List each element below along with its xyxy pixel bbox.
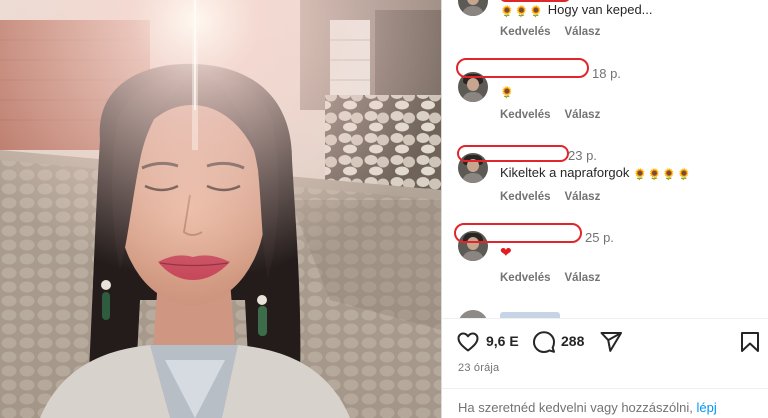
comment-item-partial	[458, 310, 758, 318]
divider	[442, 318, 768, 319]
sunflower-icon: 🌻	[647, 168, 662, 181]
comment-item: 25 p. ❤ Kedvelés Válasz	[442, 220, 768, 295]
red-heart-icon: ❤	[500, 245, 512, 261]
comments-count[interactable]: 288	[561, 333, 584, 349]
comment-text-body: Kikeltek a napraforgok	[500, 165, 630, 180]
like-comment-button[interactable]: Kedvelés	[500, 26, 551, 38]
like-comment-button[interactable]: Kedvelés	[500, 272, 551, 284]
comment-actions: Kedvelés Válasz	[500, 109, 600, 121]
sunflower-icon: 🌻	[662, 168, 677, 181]
comment-text: 🌻🌻🌻 Hogy van keped...	[500, 2, 653, 18]
redacted-username-mark	[456, 58, 589, 78]
reply-button[interactable]: Válasz	[565, 272, 601, 284]
likes-count[interactable]: 9,6 E	[486, 333, 519, 349]
comment-item: 18 p. 🌻 Kedvelés Válasz	[442, 58, 768, 128]
comment-text-body: Hogy van keped...	[547, 2, 653, 17]
login-prompt: Ha szeretnéd kedvelni vagy hozzászólni, …	[458, 400, 717, 415]
sunflower-icon: 🌻	[514, 5, 529, 18]
reply-button[interactable]: Válasz	[565, 191, 601, 203]
sunflower-icon: 🌻	[677, 168, 691, 181]
posted-time: 23 órája	[458, 362, 500, 374]
redacted-username-mark	[457, 145, 569, 162]
comment-time: 25 p.	[585, 230, 614, 245]
bookmark-icon[interactable]	[738, 330, 762, 354]
comment-actions: Kedvelés Válasz	[500, 26, 600, 38]
comment-actions: Kedvelés Válasz	[500, 191, 600, 203]
login-link[interactable]: lépj	[696, 400, 716, 415]
redacted-username-mark	[454, 223, 582, 243]
selfie-image	[0, 0, 441, 418]
post-photo	[0, 0, 441, 418]
comment-time: 18 p.	[592, 66, 621, 81]
like-comment-button[interactable]: Kedvelés	[500, 109, 551, 121]
comment-text: Kikeltek a napraforgok 🌻🌻🌻🌻	[500, 165, 692, 181]
paper-plane-icon[interactable]	[599, 330, 623, 354]
sunflower-icon: 🌻	[632, 168, 647, 181]
sunflower-icon: 🌻	[500, 5, 514, 18]
speech-bubble-icon[interactable]	[532, 330, 556, 354]
comment-item: 23 p. Kikeltek a napraforgok 🌻🌻🌻🌻 Kedvel…	[442, 143, 768, 213]
reply-button[interactable]: Válasz	[565, 26, 601, 38]
comment-text: 🌻	[500, 83, 515, 99]
sunflower-icon: 🌻	[500, 86, 514, 99]
comment-text: ❤	[500, 245, 512, 261]
post-action-bar: 9,6 E 288	[456, 328, 761, 356]
comment-time: 23 p.	[568, 148, 597, 163]
comment-item: 🌻🌻🌻 Hogy van keped... Kedvelés Válasz	[442, 0, 768, 46]
divider	[442, 388, 768, 389]
like-comment-button[interactable]: Kedvelés	[500, 191, 551, 203]
sunflower-icon: 🌻	[529, 5, 544, 18]
comments-panel: 🌻🌻🌻 Hogy van keped... Kedvelés Válasz 18 …	[441, 0, 768, 418]
heart-outline-icon[interactable]	[456, 330, 480, 354]
commenter-avatar[interactable]	[458, 310, 488, 318]
reply-button[interactable]: Válasz	[565, 109, 601, 121]
comment-actions: Kedvelés Válasz	[500, 272, 600, 284]
commenter-avatar[interactable]	[458, 0, 488, 16]
login-prompt-text: Ha szeretnéd kedvelni vagy hozzászólni,	[458, 400, 693, 415]
